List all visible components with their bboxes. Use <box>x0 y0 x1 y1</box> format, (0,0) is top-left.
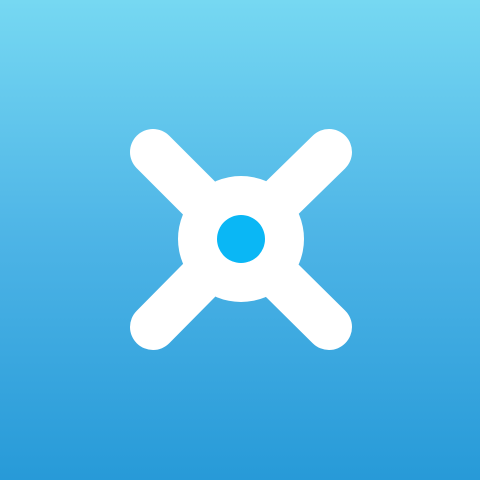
vault-dial-icon <box>130 129 352 350</box>
app-icon <box>0 0 480 480</box>
dial-center-dot <box>217 215 265 263</box>
